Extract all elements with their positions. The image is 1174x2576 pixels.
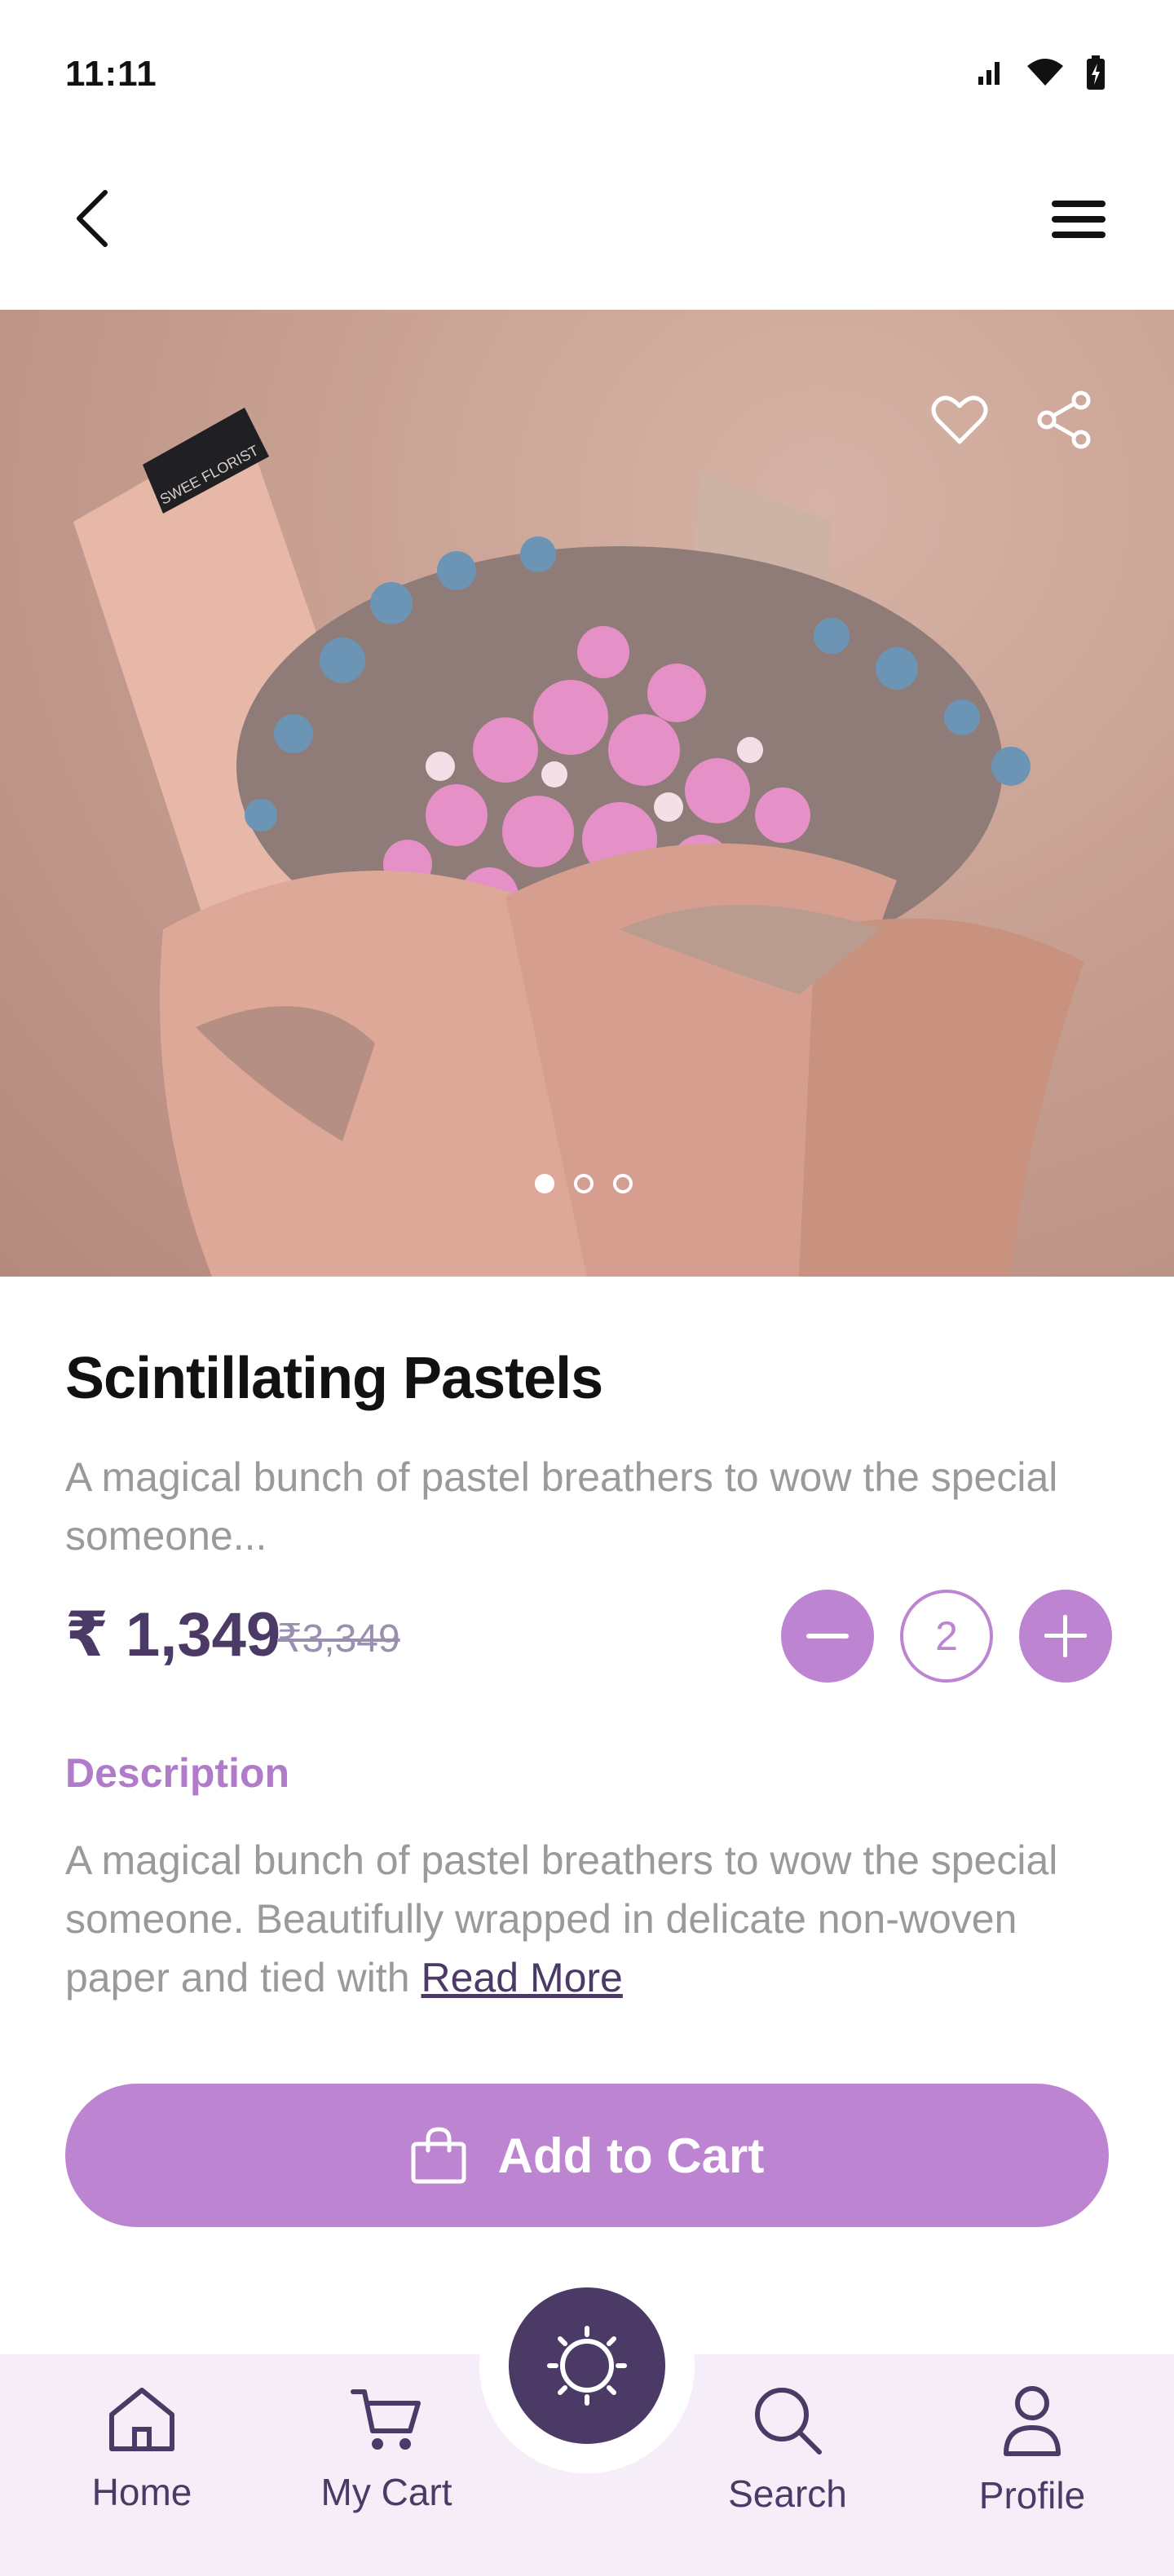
nav-search-label: Search [728,2472,847,2515]
nav-search[interactable]: Search [698,2385,877,2516]
add-to-cart-button[interactable]: Add to Cart [65,2084,1109,2227]
description-heading: Description [65,1750,290,1796]
product-title: Scintillating Pastels [65,1346,603,1411]
carousel-dot[interactable] [574,1174,594,1193]
menu-button[interactable] [1042,183,1115,256]
share-button[interactable] [1029,385,1099,455]
quantity-value: 2 [900,1590,993,1683]
cart-icon [351,2389,421,2450]
status-bar: 11:11 [0,0,1174,147]
nav-my-cart[interactable]: My Cart [297,2385,476,2514]
center-action-button[interactable] [509,2287,665,2444]
description-text: A magical bunch of pastel breathers to w… [65,1831,1117,2007]
profile-icon [1004,2386,1061,2456]
favorite-button[interactable] [925,385,995,455]
nav-profile-label: Profile [978,2474,1086,2516]
decrease-quantity-button[interactable] [781,1590,874,1683]
wifi-icon [1027,59,1063,86]
minus-icon [806,1634,849,1639]
chevron-left-icon [77,190,108,247]
carousel-dot[interactable] [613,1174,633,1193]
nav-home-label: Home [91,2471,192,2513]
share-icon [1037,390,1091,449]
status-time: 11:11 [65,54,157,94]
hamburger-menu-icon [1052,201,1106,238]
shopping-bag-icon [411,2127,466,2184]
increase-quantity-button[interactable] [1019,1590,1112,1683]
nav-home[interactable]: Home [52,2385,232,2514]
bouquet-image: SWEE FLORIST [73,408,1084,1277]
add-to-cart-label: Add to Cart [497,2128,765,2183]
top-nav [0,147,1174,310]
status-icons [977,55,1106,90]
signal-icon [978,62,1000,85]
product-price: ₹ 1,349 [65,1600,281,1670]
quantity-stepper: 2 [781,1590,1112,1683]
carousel-indicator [535,1174,633,1193]
carousel-dot-active[interactable] [535,1174,554,1193]
battery-charging-icon [1087,55,1105,90]
read-more-link[interactable]: Read More [421,1955,623,2000]
nav-my-cart-label: My Cart [320,2471,452,2513]
sun-icon [547,2326,627,2406]
original-price: ₹3,349 [277,1617,400,1661]
nav-profile[interactable]: Profile [942,2385,1122,2517]
heart-icon [931,395,988,444]
product-subtitle: A magical bunch of pastel breathers to w… [65,1454,1058,1559]
plus-icon [1044,1615,1087,1657]
search-icon [755,2388,822,2455]
product-image-carousel[interactable]: SWEE FLORIST [0,310,1174,1277]
back-button[interactable] [64,178,121,259]
home-icon [109,2388,174,2451]
